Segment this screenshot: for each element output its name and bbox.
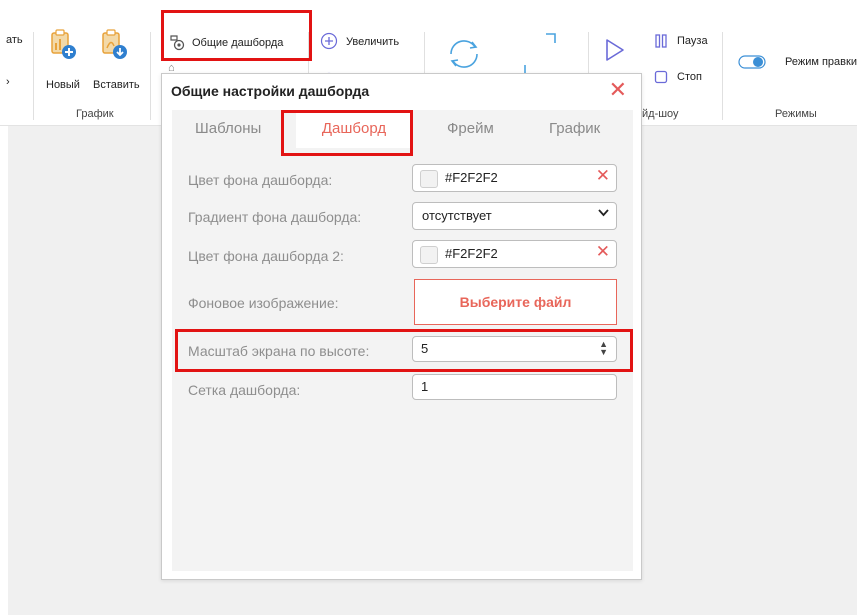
chevron-down-icon bbox=[598, 208, 609, 220]
zoom-in-button-label[interactable]: Увеличить bbox=[346, 36, 399, 48]
stop-icon[interactable] bbox=[654, 70, 668, 84]
edit-mode-label[interactable]: Режим правки bbox=[785, 56, 857, 68]
bg-color-field[interactable]: #F2F2F2 ✕ bbox=[412, 164, 617, 192]
ribbon-separator bbox=[150, 32, 151, 120]
edit-mode-toggle[interactable] bbox=[738, 55, 766, 69]
dashboard-settings-icon[interactable] bbox=[168, 34, 186, 52]
bg-image-label: Фоновое изображение: bbox=[188, 295, 339, 311]
modes-group-label: Режимы bbox=[775, 108, 817, 120]
ribbon-separator bbox=[722, 32, 723, 120]
gradient-select[interactable]: отсутствует bbox=[412, 202, 617, 230]
stepper-icon[interactable]: ▲ ▼ bbox=[599, 340, 608, 357]
tab-chart[interactable]: График bbox=[549, 120, 600, 137]
pause-icon[interactable] bbox=[654, 34, 668, 48]
stop-button-label[interactable]: Стоп bbox=[677, 71, 702, 83]
tab-dashboard[interactable]: Дашборд bbox=[296, 113, 412, 148]
play-icon[interactable] bbox=[604, 38, 626, 62]
bg-color-label: Цвет фона дашборда: bbox=[188, 172, 333, 188]
new-chart-icon[interactable] bbox=[49, 28, 76, 59]
grid-value: 1 bbox=[421, 379, 429, 394]
screen-scale-label: Масштаб экрана по высоте: bbox=[188, 343, 370, 359]
ribbon-partial-label-bottom[interactable]: › bbox=[6, 76, 10, 88]
gradient-value: отсутствует bbox=[422, 208, 492, 223]
ribbon-separator bbox=[308, 32, 309, 77]
color-swatch[interactable] bbox=[420, 170, 438, 188]
ribbon-separator bbox=[33, 32, 34, 120]
clear-icon[interactable]: ✕ bbox=[596, 242, 610, 262]
clear-icon[interactable]: ✕ bbox=[596, 166, 610, 186]
dialog-tabs: Шаблоны Дашборд Фрейм График bbox=[172, 110, 633, 148]
grid-label: Сетка дашборда: bbox=[188, 382, 301, 398]
slideshow-group-label: йд-шоу bbox=[642, 108, 679, 120]
tab-frame[interactable]: Фрейм bbox=[447, 120, 494, 137]
new-button-label[interactable]: Новый bbox=[46, 79, 80, 91]
screen-scale-input[interactable]: 5 ▲ ▼ bbox=[412, 336, 617, 362]
close-icon[interactable]: ✕ bbox=[609, 78, 627, 102]
zoom-in-icon[interactable] bbox=[320, 32, 338, 50]
bg-color2-value: #F2F2F2 bbox=[445, 246, 498, 261]
top-strip bbox=[0, 0, 857, 10]
workspace-edge bbox=[0, 126, 8, 615]
tab-templates[interactable]: Шаблоны bbox=[195, 120, 261, 137]
bg-color2-field[interactable]: #F2F2F2 ✕ bbox=[412, 240, 617, 268]
color-swatch[interactable] bbox=[420, 246, 438, 264]
screen-scale-value: 5 bbox=[421, 341, 429, 356]
pause-button-label[interactable]: Пауза bbox=[677, 35, 708, 47]
fullscreen-icon[interactable] bbox=[520, 32, 560, 76]
dashboard-settings-dialog: Общие настройки дашборда ✕ Шаблоны Дашбо… bbox=[161, 73, 642, 580]
gradient-label: Градиент фона дашборда: bbox=[188, 209, 362, 225]
general-dashboards-button-label[interactable]: Общие дашборда bbox=[192, 37, 283, 49]
grid-input[interactable]: 1 bbox=[412, 374, 617, 400]
insert-chart-icon[interactable] bbox=[100, 28, 128, 60]
insert-button-label[interactable]: Вставить bbox=[93, 79, 140, 91]
ribbon-partial-label-top[interactable]: ать bbox=[6, 34, 23, 46]
choose-file-button[interactable]: Выберите файл bbox=[414, 279, 617, 325]
bg-color2-label: Цвет фона дашборда 2: bbox=[188, 248, 344, 264]
dialog-title: Общие настройки дашборда bbox=[171, 83, 370, 99]
refresh-icon[interactable] bbox=[444, 34, 484, 74]
chart-group-label: График bbox=[76, 108, 114, 120]
bg-color-value: #F2F2F2 bbox=[445, 170, 498, 185]
dashboard-settings-form: Цвет фона дашборда: #F2F2F2 ✕ Градиент ф… bbox=[172, 148, 633, 571]
